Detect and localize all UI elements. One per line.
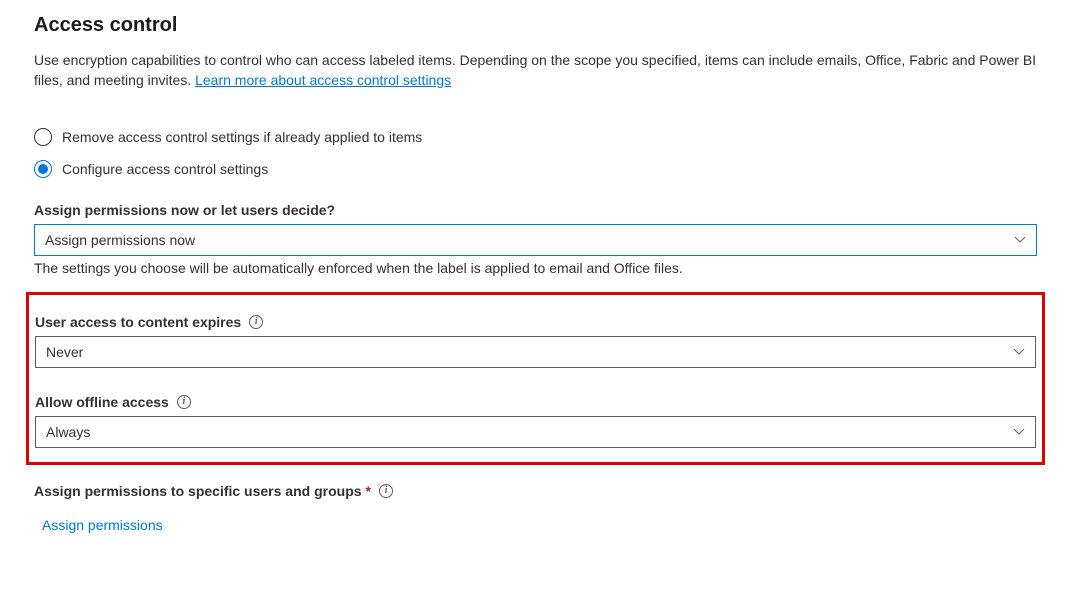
radio-remove-settings[interactable]: Remove access control settings if alread… [34, 128, 1037, 146]
assign-permissions-helper: The settings you choose will be automati… [34, 260, 1037, 276]
dropdown-value: Never [46, 344, 83, 360]
info-icon[interactable]: i [379, 484, 393, 498]
radio-circle-icon [34, 128, 52, 146]
dropdown-value: Always [46, 424, 90, 440]
chevron-down-icon [1013, 346, 1025, 358]
offline-access-dropdown[interactable]: Always [35, 416, 1036, 448]
label-text: Assign permissions to specific users and… [34, 483, 362, 499]
dropdown-value: Assign permissions now [45, 232, 195, 248]
intro-text: Use encryption capabilities to control w… [34, 51, 1037, 90]
learn-more-link[interactable]: Learn more about access control settings [195, 72, 451, 88]
required-asterisk: * [366, 483, 371, 499]
page-title: Access control [34, 14, 1037, 37]
radio-label: Configure access control settings [62, 161, 268, 177]
assign-specific-section: Assign permissions to specific users and… [34, 483, 1037, 533]
info-icon[interactable]: i [177, 395, 191, 409]
radio-label: Remove access control settings if alread… [62, 129, 422, 145]
intro-text-content: Use encryption capabilities to control w… [34, 52, 1036, 88]
assign-specific-label: Assign permissions to specific users and… [34, 483, 1037, 499]
radio-dot-icon [38, 164, 48, 174]
user-access-label: User access to content expires i [35, 314, 1036, 330]
access-control-radio-group: Remove access control settings if alread… [34, 128, 1037, 178]
assign-permissions-link[interactable]: Assign permissions [42, 517, 163, 533]
label-text: User access to content expires [35, 314, 241, 330]
assign-permissions-dropdown[interactable]: Assign permissions now [34, 224, 1037, 256]
assign-permissions-section: Assign permissions now or let users deci… [34, 202, 1037, 276]
user-access-dropdown[interactable]: Never [35, 336, 1036, 368]
chevron-down-icon [1013, 426, 1025, 438]
label-text: Allow offline access [35, 394, 169, 410]
offline-access-label: Allow offline access i [35, 394, 1036, 410]
assign-permissions-label: Assign permissions now or let users deci… [34, 202, 1037, 218]
highlighted-box: User access to content expires i Never A… [26, 292, 1045, 465]
chevron-down-icon [1014, 234, 1026, 246]
radio-configure-settings[interactable]: Configure access control settings [34, 160, 1037, 178]
offline-access-section: Allow offline access i Always [35, 394, 1036, 448]
user-access-section: User access to content expires i Never [35, 314, 1036, 368]
radio-circle-icon [34, 160, 52, 178]
info-icon[interactable]: i [249, 315, 263, 329]
